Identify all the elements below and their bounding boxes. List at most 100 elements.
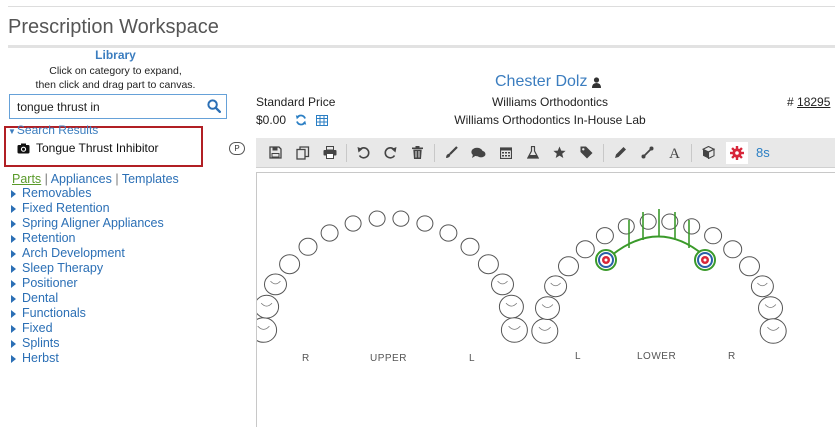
tooth [683,218,701,235]
patient-name-text: Chester Dolz [495,73,588,90]
p-badge[interactable]: P [229,142,245,155]
pencil-tool[interactable] [607,142,634,164]
wire-icon [641,146,654,159]
lab-tool[interactable] [519,142,546,164]
category-item[interactable]: Herbst [11,351,164,366]
rx-number: # 18295 [787,95,830,109]
favorite-tool[interactable] [546,142,573,164]
lower-arch-label: LOWER [637,351,677,362]
calendar-tool[interactable] [492,142,519,164]
save-button[interactable] [262,142,289,164]
rx-number-link[interactable]: 18295 [797,95,830,109]
save-icon [269,146,282,159]
library-help-line2: then click and drag part to canvas. [35,79,196,91]
tab-parts[interactable]: Parts [12,172,41,186]
svg-text:A: A [669,146,680,159]
category-label: Fixed [22,321,53,335]
tag-tool[interactable] [573,142,600,164]
expand-triangle-icon [11,264,16,273]
band-gear-hole [703,258,707,262]
category-label: Positioner [22,276,78,290]
dental-arch-chart [250,209,787,344]
tooth [368,210,386,227]
print-icon [323,146,336,159]
category-label: Herbst [22,351,59,365]
rx-prefix: # [787,95,794,109]
brush-tool[interactable] [438,142,465,164]
category-item[interactable]: Fixed [11,321,164,336]
expand-triangle-icon [11,339,16,348]
tooth [535,296,560,321]
tooth [491,273,514,296]
tab-templates[interactable]: Templates [122,172,179,186]
page-title: Prescription Workspace [8,16,219,38]
band-gear-icon [595,249,617,271]
undo-button[interactable] [350,142,377,164]
category-item[interactable]: Splints [11,336,164,351]
table-icon[interactable] [316,114,329,126]
tooth [254,294,280,319]
band-gear-hole [604,258,608,262]
copy-icon [295,145,309,160]
tooth [250,317,278,343]
expand-triangle-icon [11,249,16,258]
3d-view-button[interactable] [695,142,722,164]
price-label: Standard Price [256,95,336,109]
category-item[interactable]: Sleep Therapy [11,261,164,276]
redo-button[interactable] [377,142,404,164]
tooth [498,294,524,319]
toolbar-separator [691,143,692,162]
delete-button[interactable] [404,142,431,164]
tooth [739,256,760,277]
category-label: Sleep Therapy [22,261,104,275]
tooth [759,318,787,344]
tooth [758,296,783,321]
expand-triangle-icon [11,324,16,333]
redo-icon [384,147,397,159]
category-tabs: Parts | Appliances | Templates [12,172,179,186]
tooth [460,237,480,256]
expand-triangle-icon [11,189,16,198]
tooth [704,227,723,245]
category-item[interactable]: Retention [11,231,164,246]
category-item[interactable]: Spring Aligner Appliances [11,216,164,231]
category-item[interactable]: Fixed Retention [11,201,164,216]
category-label: Functionals [22,306,86,320]
category-label: Fixed Retention [22,201,110,215]
category-label: Removables [22,186,92,200]
tooth [392,210,410,227]
category-item[interactable]: Removables [11,186,164,201]
print-button[interactable] [316,142,343,164]
comment-tool[interactable] [465,142,492,164]
toolbar-separator [434,143,435,162]
settings-button[interactable] [726,141,748,164]
tooth [723,240,743,259]
drawing-canvas[interactable]: R UPPER L L LOWER R [250,172,835,427]
refresh-icon[interactable] [295,114,307,126]
user-icon [592,76,602,88]
expand-triangle-icon [11,309,16,318]
search-results-toggle[interactable]: ▼Search Results [8,123,98,137]
category-label: Splints [22,336,60,350]
paintbrush-icon [446,146,458,158]
category-item[interactable]: Positioner [11,276,164,291]
lower-left-label: L [575,351,582,362]
search-input[interactable] [10,95,200,118]
copy-button[interactable] [289,142,316,164]
tab-appliances[interactable]: Appliances [51,172,112,186]
tooth [558,256,579,277]
category-item[interactable]: Functionals [11,306,164,321]
search-result-item[interactable]: Tongue Thrust Inhibitor [17,141,159,155]
price-value: $0.00 [256,113,287,127]
text-tool[interactable]: A [661,142,688,164]
category-label: Dental [22,291,59,305]
font-icon: A [669,146,680,159]
category-item[interactable]: Arch Development [11,246,164,261]
search-icon[interactable] [207,99,221,113]
category-item[interactable]: Dental [11,291,164,306]
tooth [617,218,635,235]
patient-name[interactable]: Chester Dolz [495,73,602,91]
wire-tool[interactable] [634,142,661,164]
band-gear-icon [694,249,716,271]
tongue-thrust-wire [605,235,710,261]
